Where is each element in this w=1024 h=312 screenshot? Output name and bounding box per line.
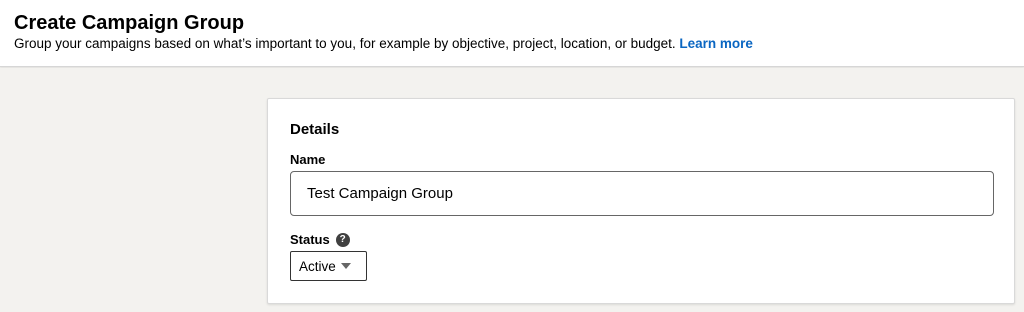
page-header: Create Campaign Group Group your campaig…	[0, 0, 1024, 67]
page-subtitle-text: Group your campaigns based on what’s imp…	[14, 36, 676, 51]
status-label: Status ?	[290, 232, 350, 248]
name-label: Name	[290, 152, 325, 168]
name-label-text: Name	[290, 152, 326, 167]
name-input[interactable]	[290, 171, 994, 216]
details-title: Details	[290, 121, 340, 138]
caret-down-icon	[340, 263, 351, 269]
status-dropdown-value: Active	[299, 258, 336, 274]
details-card: Details Name Status ? Active	[267, 98, 1015, 304]
status-label-text: Status	[290, 232, 330, 247]
learn-more-link[interactable]: Learn more	[679, 36, 753, 51]
help-icon[interactable]: ?	[335, 233, 350, 247]
page-title: Create Campaign Group	[14, 12, 245, 34]
status-dropdown[interactable]: Active	[290, 251, 367, 281]
page-subtitle: Group your campaigns based on what’s imp…	[14, 36, 753, 52]
